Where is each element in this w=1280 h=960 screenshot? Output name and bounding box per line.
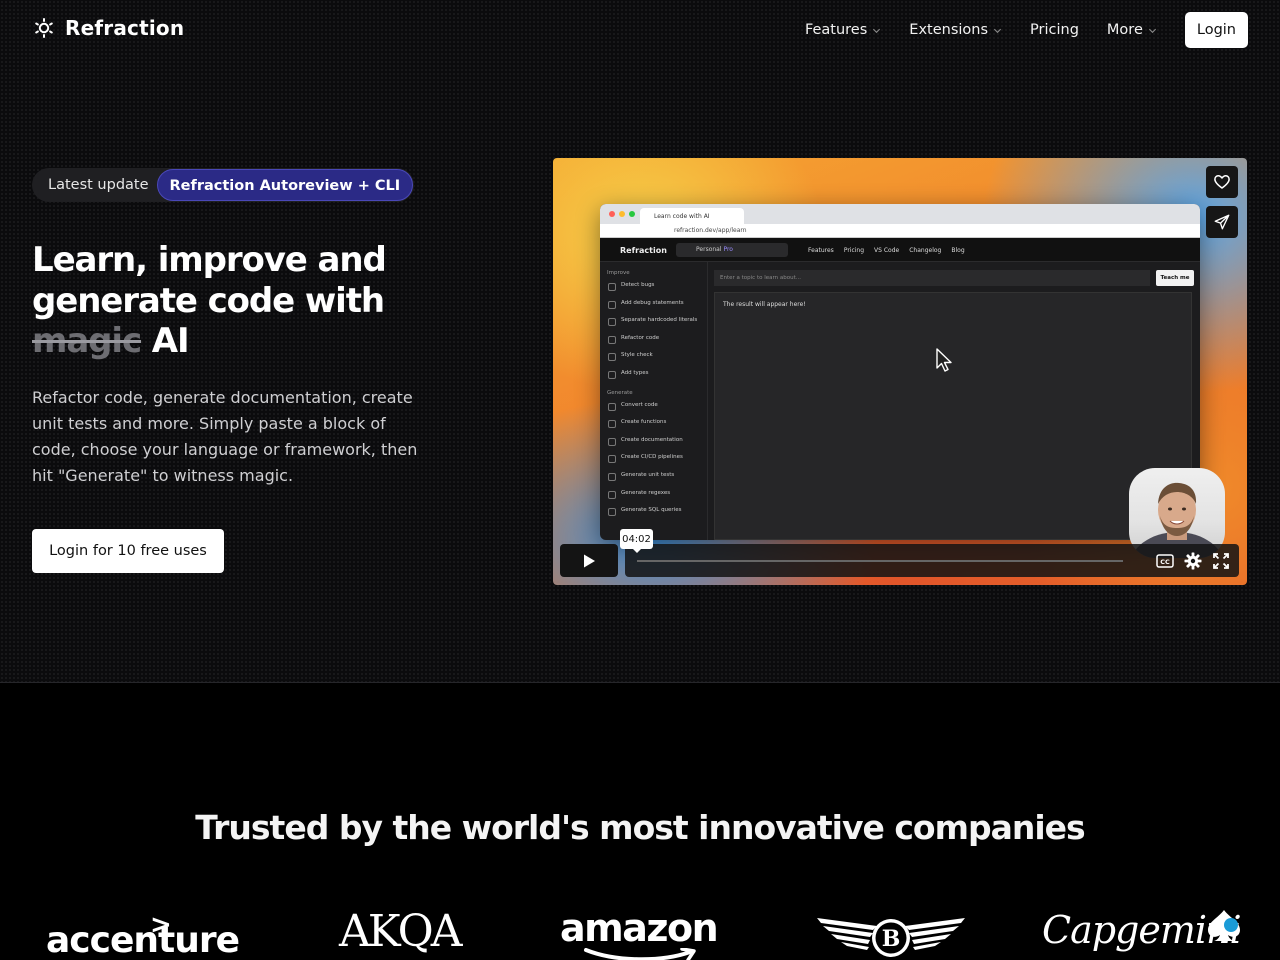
badge-label: Latest update (48, 177, 149, 193)
nav-item-label: More (1106, 22, 1143, 38)
screen-workspace-name: Personal (696, 246, 722, 253)
browser-tabbar: Learn code with AI (600, 204, 1200, 224)
bentley-logo: B (817, 918, 965, 957)
nav-item-more[interactable]: More (1107, 22, 1157, 38)
headline-struck-word: magic (32, 321, 142, 361)
amazon-logo: amazon (560, 906, 719, 960)
nav-item-pricing[interactable]: Pricing (1030, 22, 1079, 38)
browser-address-bar: refraction.dev/app/learn (600, 224, 1200, 238)
screen-menu-item: Blog (951, 247, 965, 254)
share-button[interactable] (1206, 206, 1238, 238)
heart-icon (1214, 175, 1230, 189)
refraction-logo-icon (35, 18, 53, 38)
brand-name: Refraction (65, 16, 185, 40)
headline-end-word: AI (151, 321, 190, 361)
screen-sidebar-item: Create documentation (607, 437, 707, 455)
screen-sidebar-item: Add debug statements (607, 300, 707, 318)
screen-sidebar-heading: Generate (607, 389, 633, 396)
settings-gear-icon[interactable] (1183, 551, 1203, 571)
play-button[interactable] (560, 544, 618, 577)
hero-headline: Learn, improve and generate code with ma… (32, 240, 452, 362)
brand[interactable]: Refraction (32, 16, 184, 40)
browser-tab: Learn code with AI (640, 208, 744, 224)
video-player[interactable]: Learn code with AI refraction.dev/app/le… (553, 158, 1247, 585)
nav-links: Features Extensions Pricing More Login (805, 12, 1248, 48)
screen-sidebar-heading: Improve (607, 270, 630, 276)
screen-sidebar: Improve Detect bugs Add debug statements… (600, 262, 708, 540)
accenture-wordmark: accenture (46, 920, 240, 960)
nav-item-label: Features (804, 22, 868, 38)
screen-app-header: Refraction Personal Pro Features Pricing… (600, 238, 1200, 262)
headline-line-2: generate code with (32, 280, 385, 321)
chevron-down-icon (873, 28, 881, 33)
badge-tag: Refraction Autoreview + CLI (156, 169, 414, 201)
screen-menu-item: Pricing (843, 247, 865, 254)
screen-menu-item: Changelog (909, 247, 942, 254)
nav-item-label: Extensions (909, 22, 989, 38)
login-free-uses-button[interactable]: Login for 10 free uses (32, 529, 224, 573)
time-tooltip: 04:02 (620, 529, 653, 553)
screen-result-panel: The result will appear here! (714, 292, 1192, 540)
top-navigation: Refraction Features Extensions Pricing M… (0, 0, 1280, 60)
nav-item-extensions[interactable]: Extensions (909, 22, 1002, 38)
screen-topic-input: Enter a topic to learn about... (714, 270, 1150, 286)
screen-menu-item: Features (808, 247, 834, 254)
screen-sidebar-item: Create functions (607, 419, 707, 437)
like-button[interactable] (1206, 166, 1238, 198)
amazon-smile-icon (584, 948, 696, 960)
fullscreen-icon[interactable] (1211, 551, 1231, 571)
screen-sidebar-item: Add types (607, 370, 707, 388)
screen-sidebar-item: Refactor code (607, 335, 707, 353)
chevron-down-icon (1148, 28, 1156, 33)
captions-icon[interactable]: CC (1155, 551, 1175, 571)
headline-line-1: Learn, improve and (32, 240, 387, 280)
capgemini-spade-icon (1208, 910, 1240, 941)
screen-sidebar-item: Style check (607, 352, 707, 370)
nav-item-features[interactable]: Features (805, 22, 881, 38)
screen-sidebar-item: Separate hardcoded literals (607, 317, 707, 335)
amazon-wordmark: amazon (560, 906, 719, 950)
accenture-chevron-icon: > (150, 910, 172, 940)
screen-sidebar-item: Convert code (607, 402, 707, 420)
capgemini-logo: Capgemini (1042, 908, 1242, 952)
nav-item-label: Pricing (1030, 22, 1079, 38)
screen-teach-button: Teach me (1156, 270, 1194, 286)
screen-workspace-badge: Pro (723, 246, 733, 253)
screen-sidebar-item: Generate SQL queries (607, 507, 707, 525)
screen-app-title: Refraction (620, 246, 667, 255)
screen-menu-item: VS Code (874, 247, 900, 254)
browser-url: refraction.dev/app/learn (674, 227, 747, 234)
login-button[interactable]: Login (1184, 12, 1248, 48)
screen-sidebar-item: Detect bugs (607, 282, 707, 300)
chevron-down-icon (994, 28, 1002, 33)
svg-text:CC: CC (1160, 558, 1170, 566)
accenture-logo: > accenture (46, 910, 240, 960)
screen-menu: Features Pricing VS Code Changelog Blog (808, 247, 965, 254)
screen-workspace-select: Personal Pro (676, 243, 788, 257)
svg-text:B: B (882, 926, 901, 952)
latest-update-badge[interactable]: Latest update Refraction Autoreview + CL… (32, 168, 415, 202)
screen-sidebar-item: Generate unit tests (607, 472, 707, 490)
hero-description: Refactor code, generate documentation, c… (32, 388, 418, 485)
akqa-logo: AKQA (339, 906, 462, 957)
video-controls: CC (625, 544, 1239, 577)
window-controls (609, 211, 635, 217)
screen-main: Enter a topic to learn about... Teach me… (714, 270, 1194, 540)
screen-sidebar-item: Create CI/CD pipelines (607, 454, 707, 472)
progress-bar[interactable] (637, 560, 1123, 562)
video-browser-screenshot: Learn code with AI refraction.dev/app/le… (600, 204, 1200, 540)
send-icon (1214, 214, 1230, 230)
play-icon (584, 554, 595, 567)
mouse-cursor-icon (936, 348, 952, 372)
trusted-heading: Trusted by the world's most innovative c… (195, 808, 1085, 847)
screen-sidebar-item: Generate regexes (607, 490, 707, 508)
